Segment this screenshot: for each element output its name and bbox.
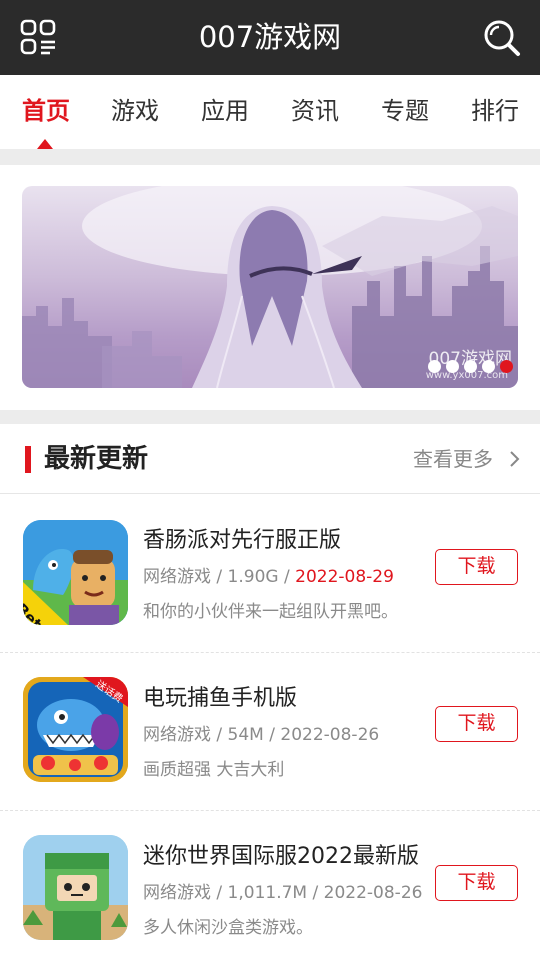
item-date: 2022-08-26 [323, 883, 423, 903]
search-icon[interactable] [482, 18, 522, 58]
game-icon-mini-world [23, 835, 128, 940]
item-meta: 网络游戏 / 1,011.7M / 2022-08-26 [143, 878, 422, 903]
carousel-dot[interactable] [428, 360, 441, 373]
section-header: 最新更新 查看更多 [0, 424, 540, 494]
item-size: 54M [227, 725, 264, 745]
meta-separator: / [312, 883, 324, 903]
item-meta: 网络游戏 / 1.90G / 2022-08-29 [143, 562, 394, 587]
view-more-link[interactable]: 查看更多 [413, 443, 493, 472]
meta-separator: / [283, 567, 296, 587]
game-icon-fishing: 送话费 [23, 677, 128, 782]
banner-carousel[interactable]: 007游戏网 www.yx007.com [22, 186, 518, 388]
game-icon-sausage-party: Beta [23, 520, 128, 625]
download-button[interactable]: 下载 [435, 865, 518, 901]
meta-separator: / [216, 725, 228, 745]
item-date: 2022-08-26 [280, 725, 380, 745]
item-title: 电玩捕鱼手机版 [143, 686, 298, 711]
item-category: 网络游戏 [143, 725, 211, 745]
top-bar: 007游戏网 [0, 0, 540, 75]
item-description: 和你的小伙伴来一起组队开黑吧。 [143, 602, 398, 622]
list-item[interactable]: 送话费 电玩捕鱼手机版 网络游戏 / 54M / 2022-08-26 画质超强… [0, 653, 540, 811]
section-accent-bar [25, 446, 31, 473]
item-category: 网络游戏 [143, 883, 211, 903]
divider [0, 410, 540, 424]
app-title: 007游戏网 [198, 20, 342, 54]
nav-tabs: 首页 游戏 应用 资讯 专题 排行 [0, 75, 540, 149]
carousel-dot[interactable] [464, 360, 477, 373]
tab-home[interactable]: 首页 [6, 75, 86, 149]
meta-separator: / [216, 567, 228, 587]
list-item[interactable]: 迷你世界国际服2022最新版 网络游戏 / 1,011.7M / 2022-08… [0, 811, 540, 969]
download-button[interactable]: 下载 [435, 549, 518, 585]
tab-games[interactable]: 游戏 [95, 75, 175, 149]
download-button[interactable]: 下载 [435, 706, 518, 742]
section-title: 最新更新 [44, 444, 149, 474]
chevron-right-icon[interactable] [505, 450, 523, 468]
item-description: 画质超强 大吉大利 [143, 760, 285, 780]
divider [0, 149, 540, 165]
item-title: 迷你世界国际服2022最新版 [143, 844, 419, 869]
item-title: 香肠派对先行服正版 [143, 528, 342, 553]
item-description: 多人休闲沙盒类游戏。 [143, 918, 313, 938]
tab-news[interactable]: 资讯 [275, 75, 355, 149]
tab-apps[interactable]: 应用 [185, 75, 265, 149]
meta-separator: / [269, 725, 281, 745]
meta-separator: / [216, 883, 228, 903]
tab-topics[interactable]: 专题 [365, 75, 445, 149]
item-meta: 网络游戏 / 54M / 2022-08-26 [143, 720, 379, 745]
item-category: 网络游戏 [143, 567, 211, 587]
item-size: 1,011.7M [227, 883, 308, 903]
carousel-dot[interactable] [482, 360, 495, 373]
active-tab-indicator [37, 139, 53, 149]
carousel-dot-active[interactable] [500, 360, 513, 373]
list-item[interactable]: Beta 香肠派对先行服正版 网络游戏 / 1.90G / 2022-08-29… [0, 495, 540, 653]
item-date: 2022-08-29 [295, 567, 394, 587]
carousel-dot[interactable] [446, 360, 459, 373]
tab-ranking[interactable]: 排行 [455, 75, 535, 149]
item-size: 1.90G [227, 567, 279, 587]
